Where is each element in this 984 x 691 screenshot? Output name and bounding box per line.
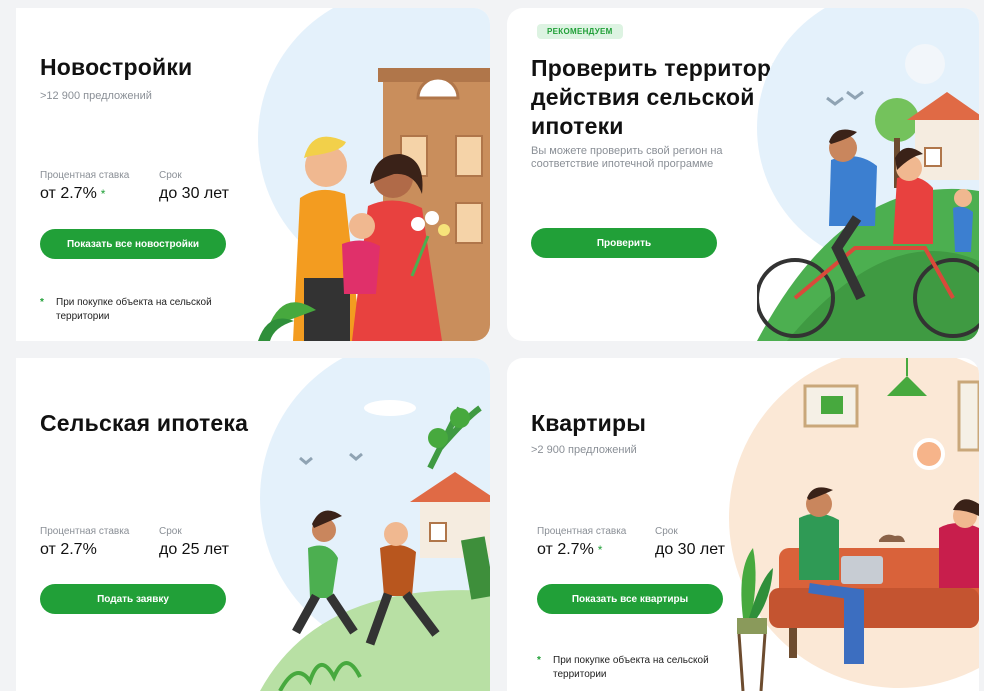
cyclists-illustration bbox=[757, 8, 979, 341]
footnote: * При покупке объекта на сельской террит… bbox=[537, 654, 727, 682]
term-value: до 30 лет bbox=[159, 185, 229, 202]
recommended-badge: РЕКОМЕНДУЕМ bbox=[537, 24, 623, 39]
show-new-buildings-button[interactable]: Показать все новостройки bbox=[40, 229, 226, 259]
card-check-territory[interactable]: РЕКОМЕНДУЕМ Проверить территорию действи… bbox=[507, 8, 979, 341]
rate-value: от 2.7% * bbox=[537, 541, 603, 558]
rate-label: Процентная ставка bbox=[40, 526, 130, 537]
card-title: Новостройки bbox=[40, 54, 193, 80]
card-new-buildings[interactable]: Новостройки >12 900 предложений Процентн… bbox=[16, 8, 490, 341]
footnote-star: * bbox=[537, 655, 541, 666]
card-title: Квартиры bbox=[531, 410, 647, 436]
jumping-people-illustration bbox=[260, 358, 490, 691]
card-apartments[interactable]: Квартиры >2 900 предложений Процентная с… bbox=[507, 358, 979, 691]
term-value: до 25 лет bbox=[159, 541, 229, 558]
apply-button[interactable]: Подать заявку bbox=[40, 584, 226, 614]
offers-count: >12 900 предложений bbox=[40, 90, 152, 102]
card-description: Вы можете проверить свой регион на соотв… bbox=[531, 145, 723, 170]
term-value: до 30 лет bbox=[655, 541, 725, 558]
rate-label: Процентная ставка bbox=[40, 170, 130, 181]
rate-value: от 2.7% bbox=[40, 541, 97, 558]
check-button[interactable]: Проверить bbox=[531, 228, 717, 258]
card-rural-mortgage[interactable]: Сельская ипотека Процентная ставка от 2.… bbox=[16, 358, 490, 691]
offers-count: >2 900 предложений bbox=[531, 444, 637, 456]
footnote-star: * bbox=[40, 297, 44, 308]
rate-footnote-star: * bbox=[597, 543, 603, 557]
living-room-illustration bbox=[729, 358, 979, 691]
term-label: Срок bbox=[159, 526, 182, 537]
show-apartments-button[interactable]: Показать все квартиры bbox=[537, 584, 723, 614]
card-title: Сельская ипотека bbox=[40, 410, 249, 436]
footnote-text: При покупке объекта на сельской территор… bbox=[553, 655, 709, 680]
rate-value: от 2.7% * bbox=[40, 185, 106, 202]
term-label: Срок bbox=[159, 170, 182, 181]
rate-label: Процентная ставка bbox=[537, 526, 627, 537]
term-label: Срок bbox=[655, 526, 678, 537]
footnote-text: При покупке объекта на сельской территор… bbox=[56, 297, 212, 322]
rate-footnote-star: * bbox=[100, 187, 106, 201]
family-illustration bbox=[258, 8, 490, 341]
footnote: * При покупке объекта на сельской террит… bbox=[40, 296, 230, 324]
